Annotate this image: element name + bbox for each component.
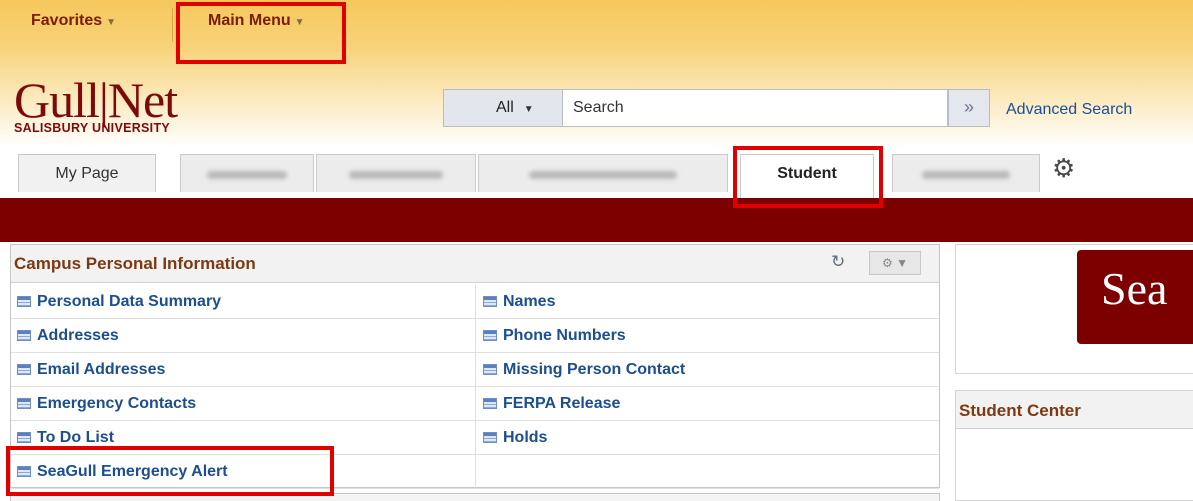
logo-brand: Gull|Net <box>14 72 178 128</box>
search-scope-value: All <box>496 99 514 116</box>
campus-personal-info-pagelet: Campus Personal Information ↻ ⚙ ▼ Person… <box>10 244 940 489</box>
search-input[interactable] <box>562 89 948 127</box>
tab-blurred-2[interactable] <box>316 154 476 192</box>
link-personal-data-summary[interactable]: Personal Data Summary <box>11 285 476 319</box>
page-link-icon <box>17 330 31 341</box>
forward-arrow-icon: » <box>963 97 974 117</box>
student-center-title: Student Center <box>956 391 1193 429</box>
link-to-do-list[interactable]: To Do List <box>11 421 476 455</box>
page-link-icon <box>17 398 31 409</box>
next-pagelet-edge <box>10 493 940 501</box>
page-link-icon <box>483 364 497 375</box>
link-label: Names <box>503 293 556 310</box>
page-link-icon <box>17 432 31 443</box>
maroon-banner <box>0 198 1193 242</box>
favorites-label: Favorites <box>31 12 103 29</box>
tab-my-page-label: My Page <box>55 165 119 182</box>
student-center-pagelet: Student Center <box>955 390 1193 501</box>
gullnet-logo[interactable]: Gull|Net SALISBURY UNIVERSITY <box>14 72 178 135</box>
chevron-down-icon: ▼ <box>294 17 305 28</box>
tab-blurred-1[interactable] <box>180 154 314 192</box>
pagelet-header: Campus Personal Information ↻ ⚙ ▼ <box>11 245 939 283</box>
table-row: Emergency Contacts FERPA Release <box>11 387 939 421</box>
table-row: Email Addresses Missing Person Contact <box>11 353 939 387</box>
page-link-icon <box>483 398 497 409</box>
link-email-addresses[interactable]: Email Addresses <box>11 353 476 387</box>
link-label: Email Addresses <box>37 361 166 378</box>
search-go-button[interactable]: » <box>948 89 990 127</box>
link-label: Missing Person Contact <box>503 361 686 378</box>
link-label: Phone Numbers <box>503 327 626 344</box>
empty-cell <box>477 455 937 489</box>
page-link-icon <box>483 432 497 443</box>
main-menu[interactable]: Main Menu ▼ <box>208 12 305 30</box>
link-label: Addresses <box>37 327 119 344</box>
gear-icon[interactable]: ⚙ <box>1052 153 1075 184</box>
top-menu-bar: Favorites ▼ Main Menu ▼ <box>0 0 1193 48</box>
menu-divider <box>172 8 173 42</box>
link-label: FERPA Release <box>503 395 621 412</box>
link-label: Emergency Contacts <box>37 395 197 412</box>
page-link-icon <box>483 330 497 341</box>
refresh-icon[interactable]: ↻ <box>831 252 845 272</box>
pagelet-title: Campus Personal Information <box>14 254 256 273</box>
page-link-icon <box>17 364 31 375</box>
link-missing-person-contact[interactable]: Missing Person Contact <box>477 353 937 387</box>
link-ferpa-release[interactable]: FERPA Release <box>477 387 937 421</box>
search-scope-select[interactable]: All ▼ <box>443 89 563 127</box>
table-row: SeaGull Emergency Alert <box>11 455 939 489</box>
link-addresses[interactable]: Addresses <box>11 319 476 353</box>
main-menu-label: Main Menu <box>208 12 291 29</box>
tab-bar: My Page Student ⚙ <box>0 148 1193 198</box>
link-holds[interactable]: Holds <box>477 421 937 455</box>
link-names[interactable]: Names <box>477 285 937 319</box>
logo-subtitle: SALISBURY UNIVERSITY <box>14 121 171 135</box>
seagull-banner[interactable]: Sea <box>1077 250 1193 344</box>
banner-text: Sea <box>1101 263 1168 314</box>
tab-blurred-4[interactable] <box>892 154 1040 192</box>
table-row: To Do List Holds <box>11 421 939 455</box>
page-link-icon <box>17 296 31 307</box>
link-emergency-contacts[interactable]: Emergency Contacts <box>11 387 476 421</box>
tab-student-label: Student <box>777 165 837 182</box>
link-label: SeaGull Emergency Alert <box>37 463 228 480</box>
table-row: Addresses Phone Numbers <box>11 319 939 353</box>
tab-my-page[interactable]: My Page <box>18 154 156 192</box>
chevron-down-icon: ▼ <box>523 104 534 115</box>
link-label: Holds <box>503 429 548 446</box>
page-link-icon <box>483 296 497 307</box>
page-link-icon <box>17 466 31 477</box>
favorites-menu[interactable]: Favorites ▼ <box>31 12 116 30</box>
tab-blurred-3[interactable] <box>478 154 728 192</box>
table-row: Personal Data Summary Names <box>11 285 939 319</box>
link-phone-numbers[interactable]: Phone Numbers <box>477 319 937 353</box>
tab-student[interactable]: Student <box>740 154 874 198</box>
link-label: Personal Data Summary <box>37 293 222 310</box>
link-label: To Do List <box>37 429 115 446</box>
link-seagull-emergency-alert[interactable]: SeaGull Emergency Alert <box>11 455 476 489</box>
chevron-down-icon: ▼ <box>106 17 117 28</box>
advanced-search-link[interactable]: Advanced Search <box>1006 101 1132 119</box>
options-icon[interactable]: ⚙ ▼ <box>869 251 921 275</box>
